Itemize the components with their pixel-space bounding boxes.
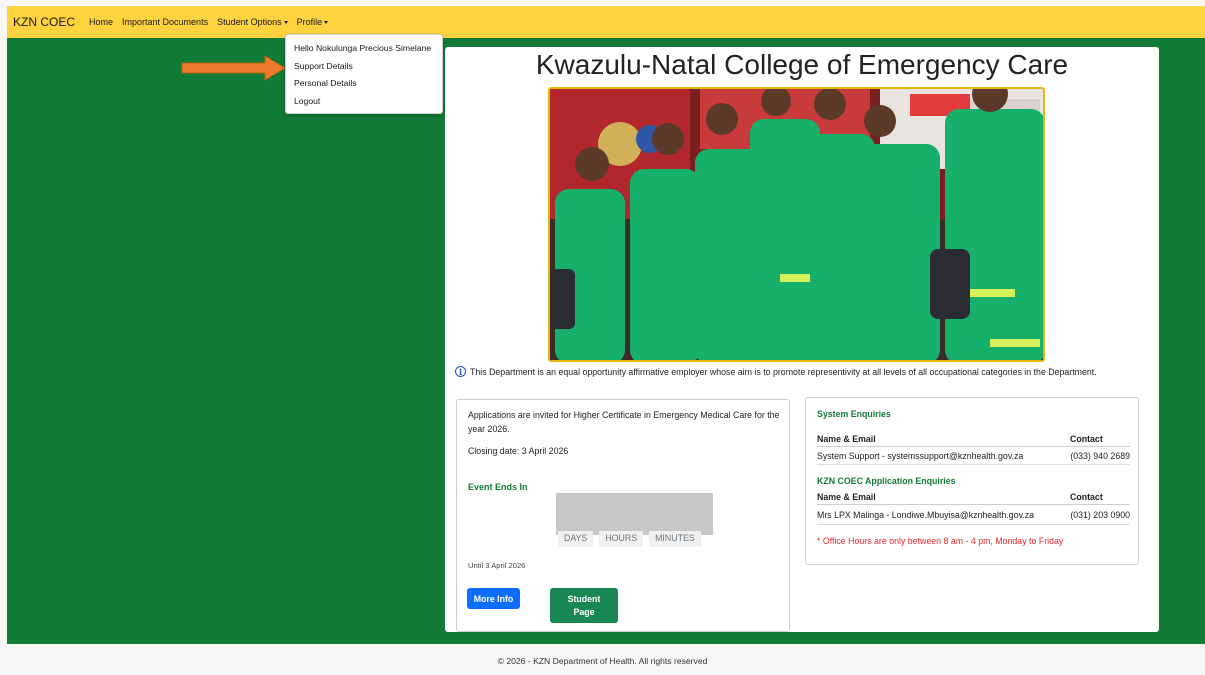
applications-intro-line2: year 2026. [468, 424, 510, 434]
top-navbar: KZN COEC Home Important Documents Studen… [7, 6, 1205, 38]
page-title: Kwazulu-Natal College of Emergency Care [535, 49, 1069, 80]
table-header-row: Name & Email Contact [817, 431, 1130, 447]
students-group-photo [548, 87, 1045, 362]
profile-dropdown-menu: Hello Nokulunga Precious Simelane Suppor… [285, 34, 443, 114]
table-header-row: Name & Email Contact [817, 489, 1130, 505]
countdown-display [556, 493, 713, 535]
student-page-button[interactable]: Student Page [550, 588, 618, 623]
office-hours-note: * Office Hours are only between 8 am - 4… [817, 536, 1064, 546]
system-enquiries-heading: System Enquiries [817, 409, 891, 419]
menu-item-support-details[interactable]: Support Details [286, 58, 442, 76]
info-icon: i [455, 366, 466, 377]
table-row: Mrs LPX Malinga - Londiwe.Mbuyisa@kznhea… [817, 505, 1130, 525]
enquiries-panel: System Enquiries Name & Email Contact Sy… [805, 397, 1139, 565]
menu-item-personal-details[interactable]: Personal Details [286, 75, 442, 93]
nav-profile[interactable]: Profile [297, 17, 329, 27]
notice-text: This Department is an equal opportunity … [470, 366, 1097, 377]
nav-home[interactable]: Home [89, 17, 113, 27]
applications-intro-line1: Applications are invited for Higher Cert… [468, 410, 780, 420]
menu-item-greeting: Hello Nokulunga Precious Simelane [294, 43, 432, 53]
col-contact: Contact [1070, 491, 1103, 502]
countdown-days-label: DAYS [558, 531, 594, 547]
chevron-down-icon [324, 21, 329, 25]
col-name-email: Name & Email [817, 491, 876, 502]
brand-link[interactable]: KZN COEC [13, 15, 75, 29]
main-content-card: Kwazulu-Natal College of Emergency Care [445, 47, 1159, 632]
nav-important-documents[interactable]: Important Documents [122, 17, 208, 27]
application-contact-number: (031) 203 0900 [1070, 509, 1130, 520]
application-enquiries-heading: KZN COEC Application Enquiries [817, 476, 956, 486]
system-support-name: System Support - systemssupport@kznhealt… [817, 450, 1024, 461]
application-contact-name: Mrs LPX Malinga - Londiwe.Mbuyisa@kznhea… [817, 509, 1035, 520]
until-date: Until 3 April 2026 [468, 561, 526, 570]
col-name-email: Name & Email [817, 433, 876, 444]
countdown-labels: DAYS HOURS MINUTES [558, 531, 701, 547]
nav-profile-label: Profile [296, 17, 323, 27]
event-ends-label: Event Ends In [468, 482, 528, 492]
countdown-hours-label: HOURS [599, 531, 644, 547]
student-page-button-line2: Page [573, 606, 595, 617]
system-enquiries-table: Name & Email Contact System Support - sy… [817, 431, 1130, 465]
applications-panel: Applications are invited for Higher Cert… [456, 399, 790, 632]
application-enquiries-table: Name & Email Contact Mrs LPX Malinga - L… [817, 489, 1130, 525]
chevron-down-icon [283, 21, 288, 25]
countdown-minutes-label: MINUTES [649, 531, 701, 547]
notice-line: i This Department is an equal opportunit… [455, 366, 1155, 377]
group-photo-image [550, 89, 1043, 360]
student-page-button-line1: Student [567, 593, 601, 604]
col-contact: Contact [1070, 433, 1103, 444]
system-support-contact: (033) 940 2689 [1070, 450, 1130, 461]
annotation-arrow-icon [181, 55, 286, 81]
nav-student-options-label: Student Options [217, 17, 282, 27]
nav-student-options[interactable]: Student Options [217, 17, 288, 27]
menu-item-logout[interactable]: Logout [286, 93, 442, 111]
more-info-button[interactable]: More Info [467, 588, 520, 609]
closing-date: Closing date: 3 April 2026 [468, 446, 569, 456]
table-row: System Support - systemssupport@kznhealt… [817, 447, 1130, 465]
footer-copyright: © 2026 - KZN Department of Health. All r… [497, 656, 708, 666]
